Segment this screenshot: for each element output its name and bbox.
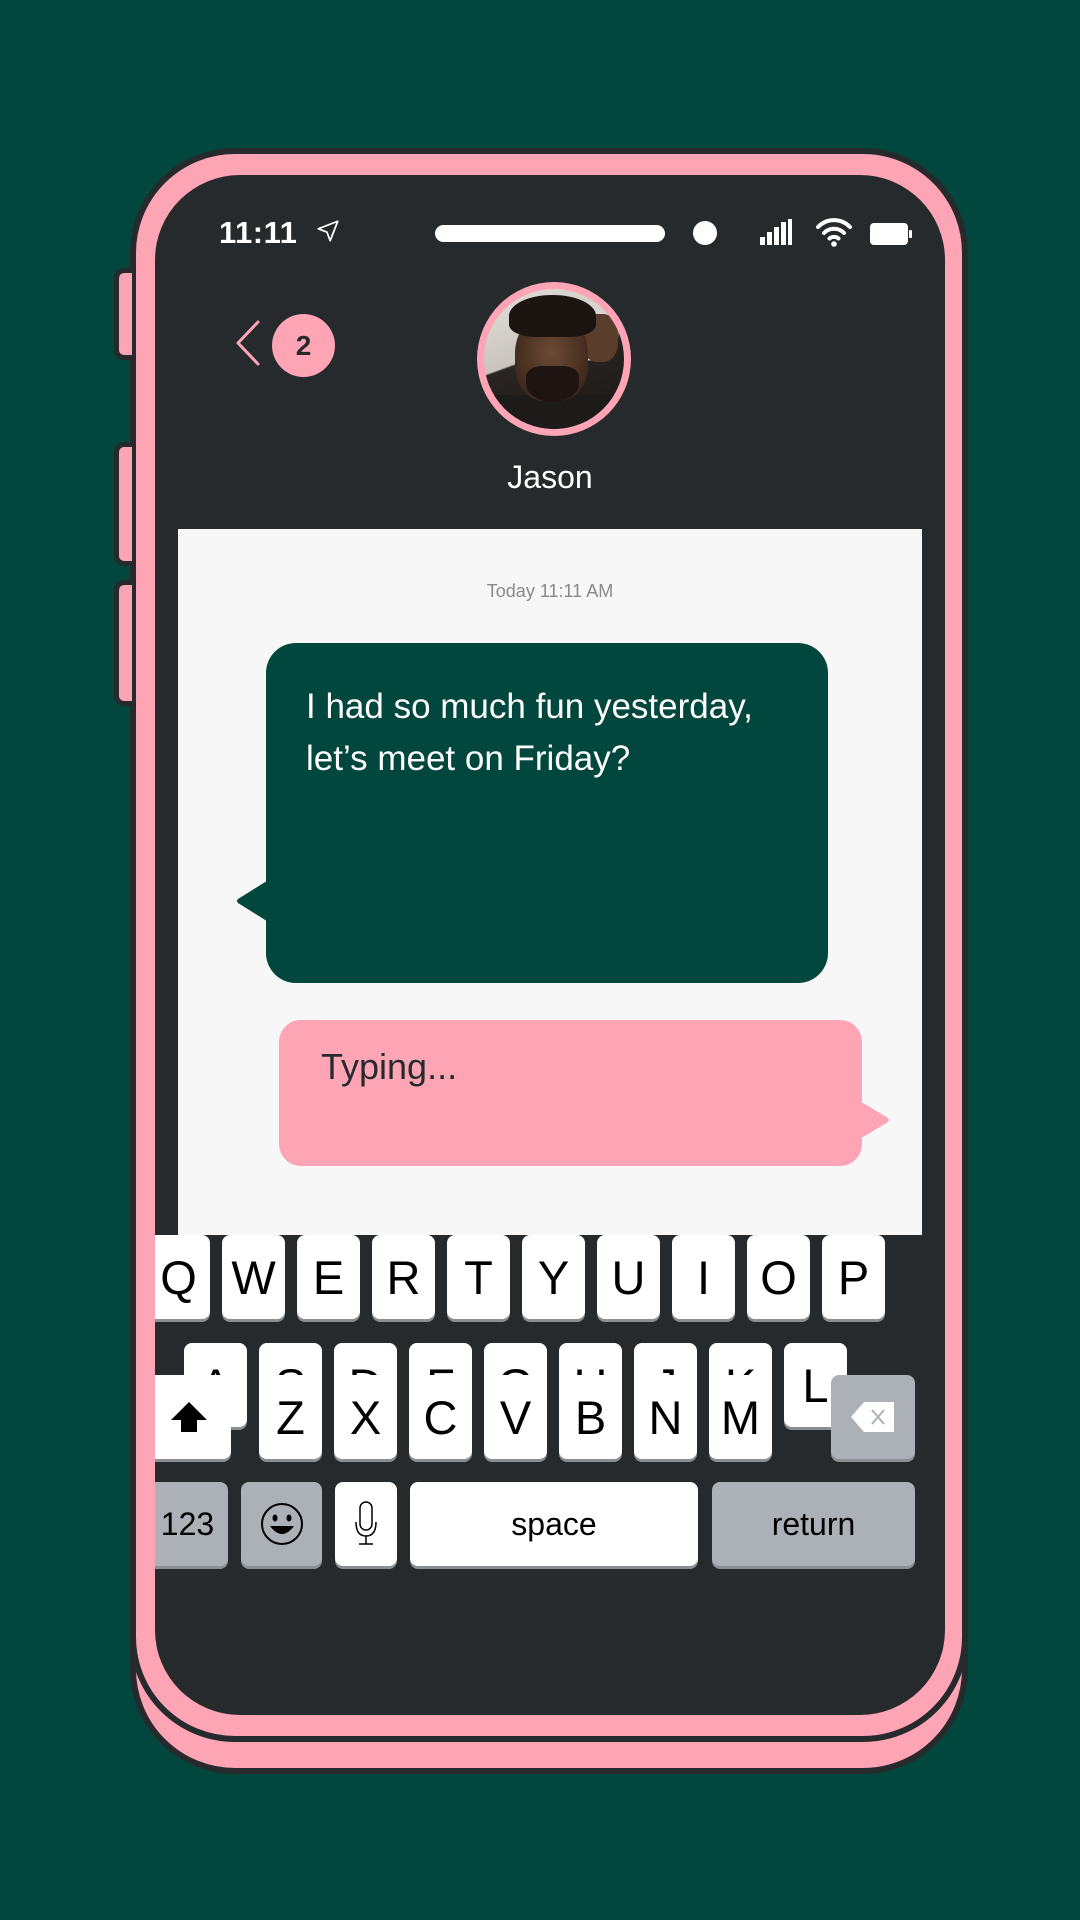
microphone-icon (355, 1501, 377, 1545)
key-y[interactable]: Y (522, 1235, 585, 1319)
message-timestamp: Today 11:11 AM (486, 581, 614, 601)
location-arrow-icon (317, 220, 339, 242)
side-button-silent (114, 268, 132, 360)
key-p[interactable]: P (822, 1235, 885, 1319)
unread-count-badge[interactable]: 2 (272, 314, 335, 377)
emoji-icon (260, 1503, 303, 1545)
space-key[interactable]: space (410, 1482, 698, 1566)
key-c[interactable]: C (409, 1375, 472, 1459)
key-w[interactable]: W (222, 1235, 285, 1319)
typing-indicator-bubble: Typing... (279, 1020, 862, 1166)
key-i[interactable]: I (672, 1235, 735, 1319)
avatar[interactable] (477, 282, 631, 436)
key-v[interactable]: V (484, 1375, 547, 1459)
key-u[interactable]: U (597, 1235, 660, 1319)
chat-area: Today 11:11 AM I had so much fun yesterd… (178, 529, 922, 1235)
emoji-key[interactable] (241, 1482, 322, 1566)
incoming-bubble-tail (237, 879, 270, 923)
speaker-grille (435, 225, 665, 242)
backspace-icon (851, 1402, 894, 1432)
delete-key[interactable] (831, 1375, 915, 1459)
key-e[interactable]: E (297, 1235, 360, 1319)
key-r[interactable]: R (372, 1235, 435, 1319)
key-q[interactable]: Q (155, 1235, 210, 1319)
key-x[interactable]: X (334, 1375, 397, 1459)
contact-name: Jason (507, 459, 593, 495)
key-z[interactable]: Z (259, 1375, 322, 1459)
shift-arrow-icon (171, 1402, 207, 1432)
key-t[interactable]: T (447, 1235, 510, 1319)
battery-icon (870, 223, 912, 245)
wifi-icon (816, 218, 852, 247)
microphone-key[interactable] (335, 1482, 397, 1566)
key-m[interactable]: M (709, 1375, 772, 1459)
numbers-key[interactable]: 123 (155, 1482, 228, 1566)
side-button-volume-down (114, 580, 132, 706)
return-key[interactable]: return (712, 1482, 915, 1566)
side-button-volume-up (114, 442, 132, 566)
status-time: 11:11 (219, 215, 298, 250)
incoming-message-bubble[interactable]: I had so much fun yesterday, let’s meet … (266, 643, 828, 983)
key-o[interactable]: O (747, 1235, 810, 1319)
outgoing-bubble-tail (858, 1100, 889, 1140)
key-n[interactable]: N (634, 1375, 697, 1459)
key-b[interactable]: B (559, 1375, 622, 1459)
avatar-photo (484, 289, 624, 429)
phone-screen: 11:11 2 Jason Today 11:11 AM I had so mu… (155, 175, 945, 1715)
chevron-left-icon[interactable] (235, 320, 261, 366)
signal-icon (760, 219, 792, 245)
front-camera (693, 221, 717, 245)
shift-key[interactable] (155, 1375, 231, 1459)
